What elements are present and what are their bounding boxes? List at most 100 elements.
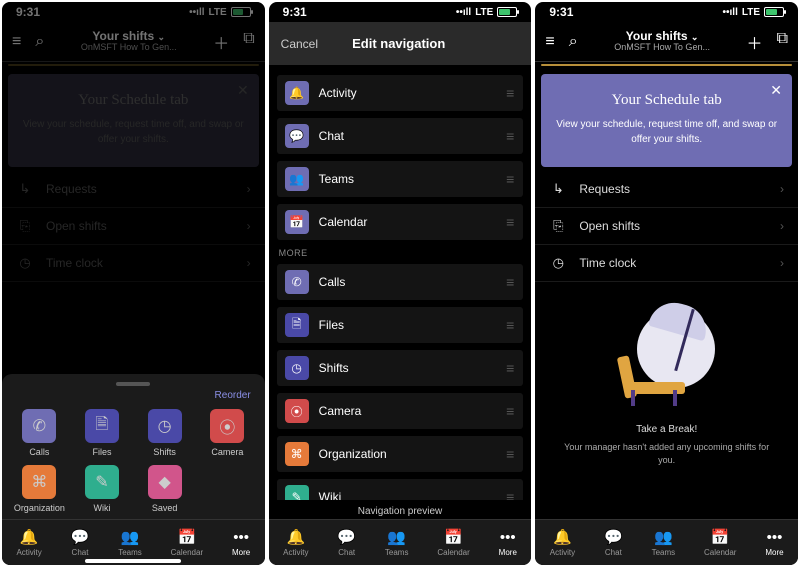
calendar-icon: 📅 [444, 528, 463, 546]
add-icon[interactable]: ＋ [747, 30, 763, 54]
drag-handle-icon[interactable]: ≡ [506, 214, 515, 230]
chat-icon: 💬 [337, 528, 356, 546]
activity-icon: 🔔 [20, 528, 39, 546]
edit-row-label: Activity [319, 86, 357, 100]
tile-files[interactable]: 🗎 Files [75, 409, 130, 457]
teams-icon: 👥 [654, 528, 673, 546]
nav-chat[interactable]: 💬 Chat [604, 528, 623, 557]
camera-icon: ⦿ [210, 409, 244, 443]
nav-calendar[interactable]: 📅 Calendar [704, 528, 736, 557]
nav-label: Chat [338, 548, 355, 557]
drag-handle-icon[interactable]: ≡ [506, 489, 515, 500]
nav-label: Chat [605, 548, 622, 557]
status-time: 9:31 [549, 5, 573, 19]
drag-handle-icon[interactable]: ≡ [506, 403, 515, 419]
edit-row-shifts[interactable]: ◷ Shifts ≡ [277, 350, 524, 386]
nav-activity[interactable]: 🔔 Activity [16, 528, 41, 557]
carrier-label: LTE [475, 7, 493, 18]
nav-chat[interactable]: 💬 Chat [337, 528, 356, 557]
bottom-nav: 🔔 Activity 💬 Chat 👥 Teams 📅 Calendar ••• Mor… [535, 519, 798, 565]
empty-state-title: Take a Break! [535, 424, 798, 435]
nav-label: Activity [16, 548, 41, 557]
drag-handle-icon[interactable]: ≡ [506, 85, 515, 101]
wiki-icon: ✎ [285, 485, 309, 500]
nav-calendar[interactable]: 📅 Calendar [437, 528, 469, 557]
edit-row-label: Teams [319, 172, 354, 186]
edit-row-organization[interactable]: ⌘ Organization ≡ [277, 436, 524, 472]
reorder-link[interactable]: Reorder [12, 390, 255, 401]
chevron-down-icon: ⌄ [691, 32, 699, 42]
section-more-label: MORE [279, 248, 524, 258]
saved-icon: ◆ [148, 465, 182, 499]
edit-row-activity[interactable]: 🔔 Activity ≡ [277, 75, 524, 111]
nav-calendar[interactable]: 📅 Calendar [171, 528, 203, 557]
bottom-nav: 🔔 Activity 💬 Chat 👥 Teams 📅 Calendar ••• Mor… [269, 519, 532, 565]
close-icon[interactable]: ✕ [770, 82, 782, 99]
calendar-icon: 📅 [178, 528, 197, 546]
nav-teams[interactable]: 👥 Teams [118, 528, 142, 557]
chat-icon: 💬 [604, 528, 623, 546]
nav-label: Activity [550, 548, 575, 557]
tile-camera[interactable]: ⦿ Camera [200, 409, 255, 457]
drag-handle-icon[interactable]: ≡ [506, 446, 515, 462]
menu-icon[interactable]: ≡ [545, 33, 554, 51]
status-bar: 9:31 ••ıll LTE [535, 2, 798, 22]
edit-row-files[interactable]: 🗎 Files ≡ [277, 307, 524, 343]
nav-more[interactable]: ••• More [232, 529, 250, 557]
nav-teams[interactable]: 👥 Teams [385, 528, 409, 557]
phone-screen-2: 9:31 ••ıll LTE Cancel Edit navigation 🔔 … [269, 2, 532, 565]
activity-icon: 🔔 [553, 528, 572, 546]
files-icon: 🗎 [85, 409, 119, 443]
nav-label: Teams [385, 548, 409, 557]
nav-activity[interactable]: 🔔 Activity [550, 528, 575, 557]
app-header: ≡ ⌕ Your shifts ⌄ OnMSFT How To Gen... ＋… [535, 22, 798, 62]
nav-label: Calendar [171, 548, 203, 557]
schedule-row-open-shifts[interactable]: ⎘ Open shifts › [535, 208, 798, 245]
drag-handle-icon[interactable]: ≡ [506, 360, 515, 376]
activity-icon: 🔔 [285, 81, 309, 105]
schedule-row-time-clock[interactable]: ◷ Time clock › [535, 245, 798, 282]
edit-row-chat[interactable]: 💬 Chat ≡ [277, 118, 524, 154]
drag-handle-icon[interactable]: ≡ [506, 171, 515, 187]
cancel-button[interactable]: Cancel [281, 37, 318, 51]
edit-row-label: Wiki [319, 490, 342, 500]
edit-row-calls[interactable]: ✆ Calls ≡ [277, 264, 524, 300]
nav-label: Teams [118, 548, 142, 557]
header-title-group[interactable]: Your shifts ⌄ OnMSFT How To Gen... [614, 30, 710, 53]
tile-wiki[interactable]: ✎ Wiki [75, 465, 130, 513]
drag-handle-icon[interactable]: ≡ [506, 274, 515, 290]
empty-state-subtitle: Your manager hasn't added any upcoming s… [535, 441, 798, 466]
nav-teams[interactable]: 👥 Teams [652, 528, 676, 557]
sheet-handle-icon[interactable] [116, 382, 150, 386]
edit-row-calendar[interactable]: 📅 Calendar ≡ [277, 204, 524, 240]
nav-more[interactable]: ••• More [499, 529, 517, 557]
nav-chat[interactable]: 💬 Chat [71, 528, 90, 557]
nav-label: Activity [283, 548, 308, 557]
edit-row-camera[interactable]: ⦿ Camera ≡ [277, 393, 524, 429]
requests-icon: ↳ [549, 181, 567, 197]
edit-row-wiki[interactable]: ✎ Wiki ≡ [277, 479, 524, 500]
schedule-row-requests[interactable]: ↳ Requests › [535, 171, 798, 208]
edit-row-label: Calendar [319, 215, 368, 229]
tile-shifts[interactable]: ◷ Shifts [137, 409, 192, 457]
filter-icon[interactable]: ⧉ [777, 30, 788, 54]
nav-more[interactable]: ••• More [765, 529, 783, 557]
edit-row-label: Files [319, 318, 344, 332]
tile-label: Wiki [93, 503, 110, 513]
signal-icon: ••ıll [456, 7, 471, 18]
drag-handle-icon[interactable]: ≡ [506, 317, 515, 333]
nav-activity[interactable]: 🔔 Activity [283, 528, 308, 557]
search-icon[interactable]: ⌕ [569, 33, 578, 51]
open shifts-icon: ⎘ [549, 218, 567, 234]
edit-navigation-header: Cancel Edit navigation [269, 22, 532, 65]
home-indicator-icon[interactable] [85, 559, 181, 563]
drag-handle-icon[interactable]: ≡ [506, 128, 515, 144]
shifts-icon: ◷ [285, 356, 309, 380]
tile-saved[interactable]: ◆ Saved [137, 465, 192, 513]
chat-icon: 💬 [71, 528, 90, 546]
tile-calls[interactable]: ✆ Calls [12, 409, 67, 457]
tile-organization[interactable]: ⌘ Organization [12, 465, 67, 513]
nav-label: Teams [652, 548, 676, 557]
edit-row-teams[interactable]: 👥 Teams ≡ [277, 161, 524, 197]
files-icon: 🗎 [285, 313, 309, 337]
